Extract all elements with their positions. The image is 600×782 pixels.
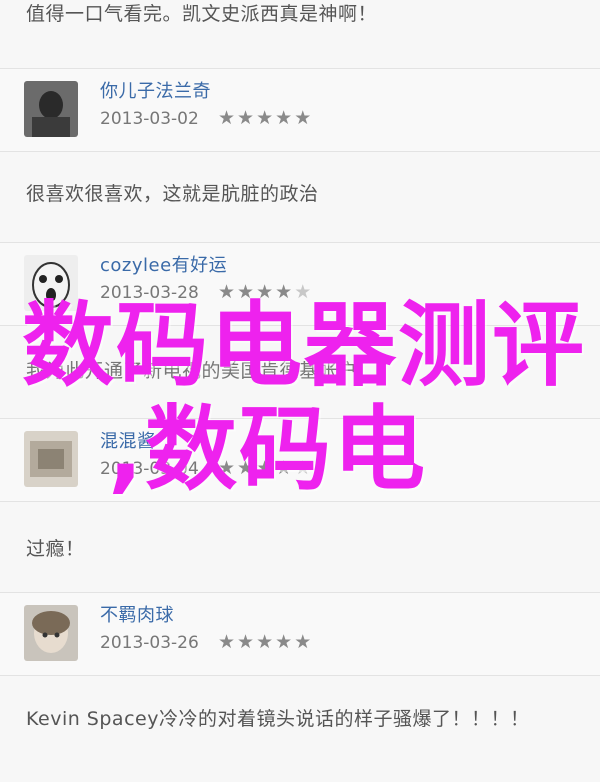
- star-icon: ★: [256, 107, 276, 129]
- star-icon: ★: [237, 107, 257, 129]
- star-icon: ★: [275, 107, 295, 129]
- review-date: 2013-03-02: [100, 109, 199, 129]
- avatar[interactable]: [24, 431, 78, 487]
- reviewer-row[interactable]: 你儿子法兰奇 2013-03-02 ★★★★★: [0, 68, 600, 152]
- reviewer-row[interactable]: 不羁肉球 2013-03-26 ★★★★★: [0, 592, 600, 676]
- review-date: 2013-03-26: [100, 633, 199, 653]
- reviewer-name[interactable]: 你儿子法兰奇: [100, 77, 211, 103]
- avatar[interactable]: [24, 605, 78, 661]
- watermark-line2: ,数码电: [108, 396, 427, 503]
- watermark-line1: 数码电器测评: [22, 292, 587, 399]
- review-text: 过瘾！: [26, 538, 85, 560]
- avatar[interactable]: [24, 81, 78, 137]
- star-icon: ★: [237, 631, 257, 653]
- review-text: Kevin Spacey冷冷的对着镜头说话的样子骚爆了！！！！: [26, 708, 530, 730]
- reviewer-name[interactable]: cozylee有好运: [100, 251, 227, 277]
- star-icon: ★: [294, 631, 314, 653]
- star-rating: ★★★★★: [218, 631, 313, 653]
- star-icon: ★: [218, 631, 238, 653]
- reviewer-name[interactable]: 不羁肉球: [100, 601, 174, 627]
- star-rating: ★★★★★: [218, 107, 313, 129]
- star-icon: ★: [218, 107, 238, 129]
- star-icon: ★: [256, 631, 276, 653]
- review-text: 很喜欢很喜欢，这就是肮脏的政治: [26, 183, 319, 205]
- star-icon: ★: [294, 107, 314, 129]
- review-text: 值得一口气看完。凯文史派西真是神啊！: [26, 3, 378, 25]
- star-icon: ★: [275, 631, 295, 653]
